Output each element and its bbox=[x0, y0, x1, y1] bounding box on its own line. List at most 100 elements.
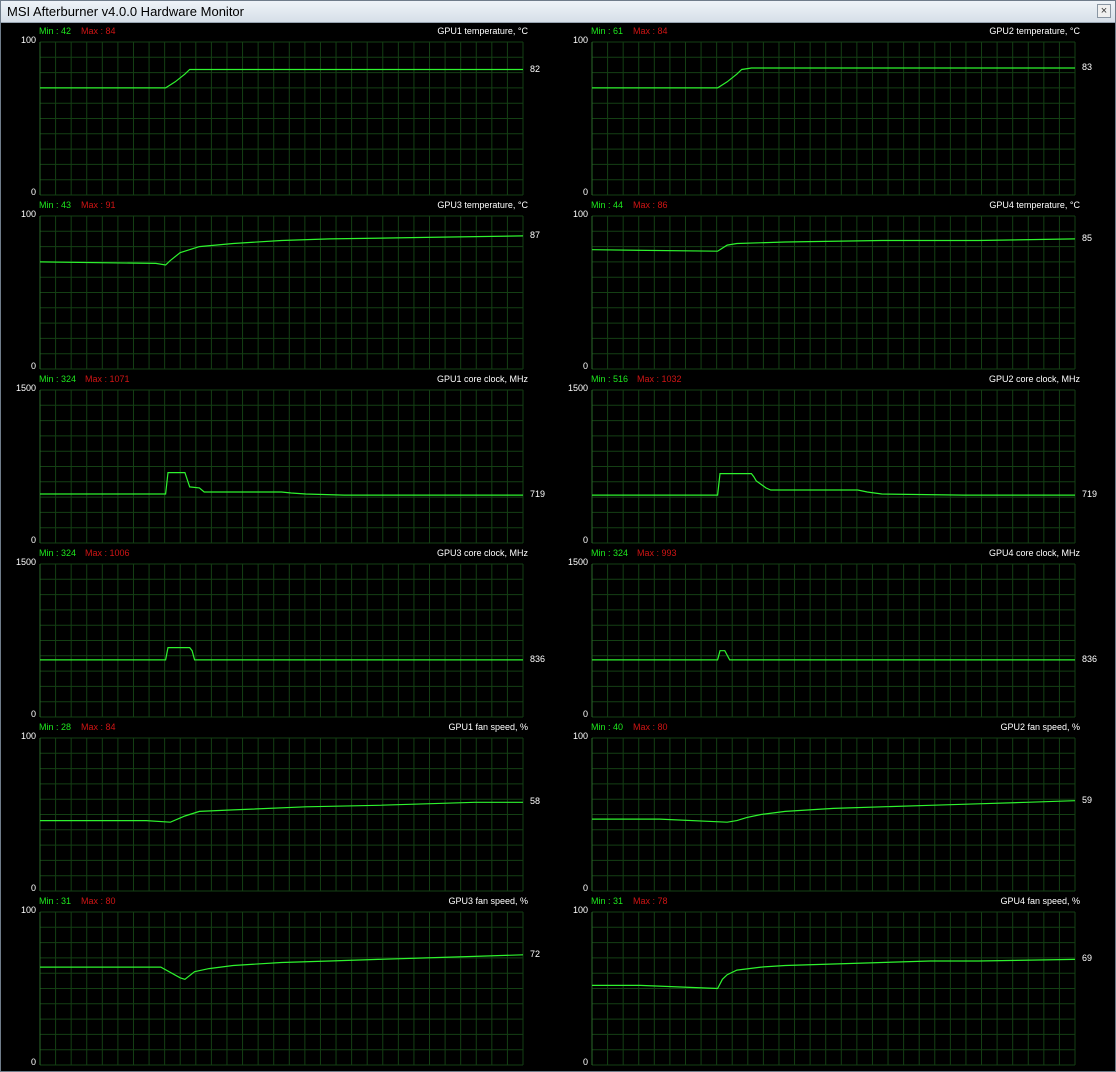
graph-panel[interactable]: Min : 44 Max : 86 GPU4 temperature, °C 100 0… bbox=[554, 197, 1106, 371]
max-label: Max : 80 bbox=[633, 722, 668, 732]
graph-plot bbox=[39, 737, 524, 892]
y-min-label: 0 bbox=[30, 883, 36, 893]
graph-plot bbox=[39, 389, 524, 544]
max-label: Max : 993 bbox=[637, 548, 677, 558]
y-max-label: 100 bbox=[20, 209, 36, 219]
y-min-label: 0 bbox=[30, 361, 36, 371]
graph-panel[interactable]: Min : 31 Max : 78 GPU4 fan speed, % 100 0 69 bbox=[554, 893, 1106, 1067]
min-label: Min : 516 bbox=[591, 374, 629, 384]
series-line bbox=[592, 958, 1076, 990]
series-line bbox=[40, 954, 524, 980]
graph-plot bbox=[39, 215, 524, 370]
title-bar[interactable]: MSI Afterburner v4.0.0 Hardware Monitor … bbox=[1, 1, 1115, 23]
current-value: 719 bbox=[1082, 489, 1098, 500]
graph-panel[interactable]: Min : 42 Max : 84 GPU1 temperature, °C 100 0… bbox=[2, 23, 554, 197]
graph-plot bbox=[591, 41, 1076, 196]
max-label: Max : 78 bbox=[633, 896, 668, 906]
max-label: Max : 86 bbox=[633, 200, 668, 210]
graph-title: GPU3 core clock, MHz bbox=[436, 548, 528, 558]
graphs-area[interactable]: Min : 42 Max : 84 GPU1 temperature, °C 100 0… bbox=[2, 23, 1114, 1071]
hardware-monitor-window: MSI Afterburner v4.0.0 Hardware Monitor … bbox=[0, 0, 1116, 1072]
max-label: Max : 1071 bbox=[85, 374, 130, 384]
series-line bbox=[592, 472, 1075, 496]
min-label: Min : 43 bbox=[39, 200, 72, 210]
y-max-label: 100 bbox=[20, 35, 36, 45]
graph-title: GPU3 temperature, °C bbox=[437, 200, 528, 210]
y-min-label: 0 bbox=[582, 361, 588, 371]
graph-title: GPU2 core clock, MHz bbox=[988, 374, 1080, 384]
series-line bbox=[40, 646, 523, 661]
series-line bbox=[591, 238, 1076, 252]
graph-title: GPU2 temperature, °C bbox=[989, 26, 1080, 36]
min-label: Min : 324 bbox=[39, 548, 77, 558]
max-label: Max : 84 bbox=[81, 26, 116, 36]
y-max-label: 1500 bbox=[567, 557, 588, 567]
current-value: 85 bbox=[1082, 232, 1093, 243]
close-button[interactable]: × bbox=[1097, 4, 1111, 18]
graph-panel[interactable]: Min : 324 Max : 1071 GPU1 core clock, MHz 1… bbox=[2, 371, 554, 545]
current-value: 83 bbox=[1082, 62, 1093, 72]
graph-title: GPU4 temperature, °C bbox=[989, 200, 1080, 210]
graph-title: GPU1 temperature, °C bbox=[437, 26, 528, 36]
graph-panel[interactable]: Min : 324 Max : 1006 GPU3 core clock, MHz 1… bbox=[2, 545, 554, 719]
graph-panel[interactable]: Min : 28 Max : 84 GPU1 fan speed, % 100 0 58 bbox=[2, 719, 554, 893]
min-label: Min : 31 bbox=[39, 896, 72, 906]
current-value: 719 bbox=[530, 489, 546, 500]
y-max-label: 100 bbox=[572, 731, 588, 741]
max-label: Max : 80 bbox=[81, 896, 116, 906]
min-label: Min : 28 bbox=[39, 722, 72, 732]
min-label: Min : 42 bbox=[39, 26, 72, 36]
current-value: 58 bbox=[530, 796, 541, 807]
y-max-label: 100 bbox=[20, 731, 36, 741]
graph-plot bbox=[39, 911, 524, 1066]
current-value: 59 bbox=[1082, 794, 1093, 805]
current-value: 69 bbox=[1082, 953, 1093, 964]
y-max-label: 100 bbox=[20, 905, 36, 915]
graph-panel[interactable]: Min : 31 Max : 80 GPU3 fan speed, % 100 0 72 bbox=[2, 893, 554, 1067]
graph-panel[interactable]: Min : 40 Max : 80 GPU2 fan speed, % 100 0 59 bbox=[554, 719, 1106, 893]
max-label: Max : 1032 bbox=[637, 374, 682, 384]
graph-plot bbox=[39, 41, 524, 196]
graph-plot bbox=[591, 563, 1076, 718]
series-line bbox=[40, 471, 523, 496]
y-max-label: 1500 bbox=[15, 557, 36, 567]
graph-plot bbox=[591, 389, 1076, 544]
current-value: 72 bbox=[530, 948, 541, 959]
graph-title: GPU2 fan speed, % bbox=[1000, 722, 1080, 732]
graph-title: GPU4 core clock, MHz bbox=[988, 548, 1080, 558]
window-title: MSI Afterburner v4.0.0 Hardware Monitor bbox=[7, 4, 244, 19]
current-value: 87 bbox=[530, 229, 541, 240]
min-label: Min : 61 bbox=[591, 26, 624, 36]
y-min-label: 0 bbox=[30, 709, 36, 719]
y-max-label: 1500 bbox=[567, 383, 588, 393]
graph-title: GPU1 fan speed, % bbox=[448, 722, 528, 732]
y-min-label: 0 bbox=[30, 535, 36, 545]
graph-title: GPU3 fan speed, % bbox=[448, 896, 528, 906]
graph-panel[interactable]: Min : 61 Max : 84 GPU2 temperature, °C 100 0… bbox=[554, 23, 1106, 197]
min-label: Min : 40 bbox=[591, 722, 624, 732]
series-line bbox=[592, 800, 1076, 823]
graph-panel[interactable]: Min : 324 Max : 993 GPU4 core clock, MHz 15… bbox=[554, 545, 1106, 719]
y-min-label: 0 bbox=[582, 535, 588, 545]
y-min-label: 0 bbox=[582, 187, 588, 197]
min-label: Min : 324 bbox=[591, 548, 629, 558]
series-line bbox=[40, 801, 523, 823]
graph-panel[interactable]: Min : 516 Max : 1032 GPU2 core clock, MHz 1… bbox=[554, 371, 1106, 545]
max-label: Max : 84 bbox=[633, 26, 668, 36]
series-line bbox=[39, 235, 524, 266]
y-max-label: 100 bbox=[572, 209, 588, 219]
min-label: Min : 44 bbox=[591, 200, 624, 210]
y-min-label: 0 bbox=[582, 709, 588, 719]
graph-panel[interactable]: Min : 43 Max : 91 GPU3 temperature, °C 100 0… bbox=[2, 197, 554, 371]
series-line bbox=[592, 67, 1075, 89]
graph-plot bbox=[591, 215, 1076, 370]
y-min-label: 0 bbox=[582, 883, 588, 893]
y-max-label: 100 bbox=[572, 35, 588, 45]
y-max-label: 100 bbox=[572, 905, 588, 915]
current-value: 836 bbox=[1082, 653, 1098, 664]
y-min-label: 0 bbox=[582, 1057, 588, 1067]
current-value: 82 bbox=[530, 63, 541, 74]
graph-plot bbox=[591, 911, 1076, 1066]
max-label: Max : 91 bbox=[81, 200, 116, 210]
graph-plot bbox=[591, 737, 1076, 892]
